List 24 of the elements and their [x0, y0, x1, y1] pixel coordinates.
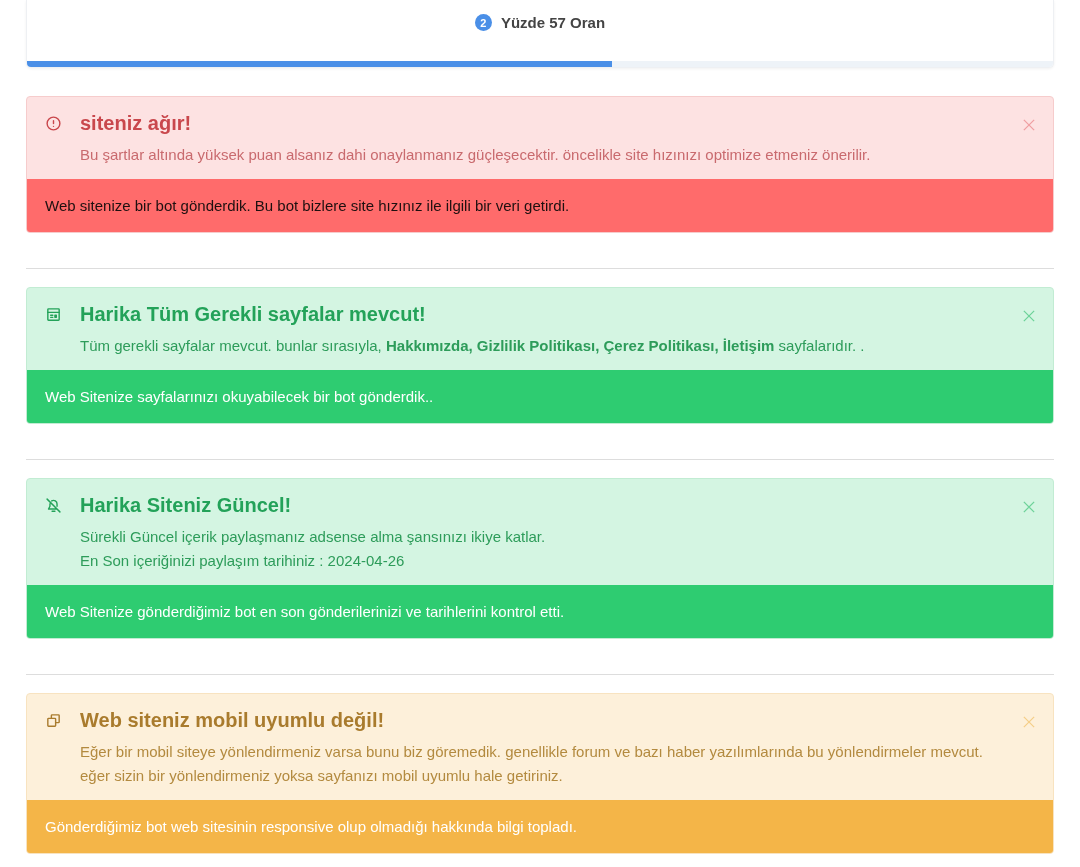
alert-footer: Web Sitenize sayfalarınızı okuyabilecek bir bot gönderdik..: [27, 370, 1053, 423]
progress-label: Yüzde 57 Oran: [500, 14, 606, 31]
alert-title: siteniz ağır!: [80, 111, 193, 136]
alert-text: Eğer bir mobil siteye yönlendirmeniz varsa bunu biz göremedik. genellikle forum ve bazı haber yazılımlarında bu yönlendirmeler mevcut.: [80, 742, 984, 762]
close-icon[interactable]: [1023, 501, 1035, 513]
alert-title: Harika Tüm Gerekli sayfalar mevcut!: [80, 302, 427, 327]
close-icon[interactable]: [1023, 119, 1035, 131]
alert-title: Harika Siteniz Güncel!: [80, 493, 293, 518]
copy-icon: [45, 712, 62, 729]
alert-text: eğer sizin bir yönlendirmeniz yoksa sayfanızı mobil uyumlu hale getiriniz.: [80, 766, 564, 786]
alert-footer: Web sitenize bir bot gönderdik. Bu bot bizlere site hızınız ile ilgili bir veri getirdi.: [27, 179, 1053, 232]
close-icon[interactable]: [1023, 310, 1035, 322]
alert-text: Tüm gerekli sayfalar mevcut. bunlar sırasıyla, Hakkımızda, Gizlilik Politikası, Çerez Politikası, İletişim sayfalarıdır. .: [80, 336, 866, 356]
alert-footer: Web Sitenize gönderdiğimiz bot en son gönderilerinizi ve tarihlerini kontrol etti.: [27, 585, 1053, 638]
alert-circle-icon: [45, 115, 62, 132]
alert-footer: Gönderdiğimiz bot web sitesinin responsive olup olmadığı hakkında bilgi topladı.: [27, 800, 1053, 853]
alert-text: Sürekli Güncel içerik paylaşmanız adsense alma şansınızı ikiye katlar.: [80, 527, 547, 547]
close-icon[interactable]: [1023, 716, 1035, 728]
news-icon: [45, 306, 62, 323]
alert-text: En Son içeriğinizi paylaşım tarihiniz : 2024-04-26: [80, 551, 406, 571]
alert-title: Web siteniz mobil uyumlu değil!: [80, 708, 386, 733]
step-badge: 2: [474, 14, 492, 31]
alert-text: Bu şartlar altında yüksek puan alsanız dahi onaylanmanız güçleşecektir. öncelikle site hızınızı optimize etmeniz önerilir.: [80, 145, 872, 165]
bell-off-icon: [45, 497, 62, 514]
